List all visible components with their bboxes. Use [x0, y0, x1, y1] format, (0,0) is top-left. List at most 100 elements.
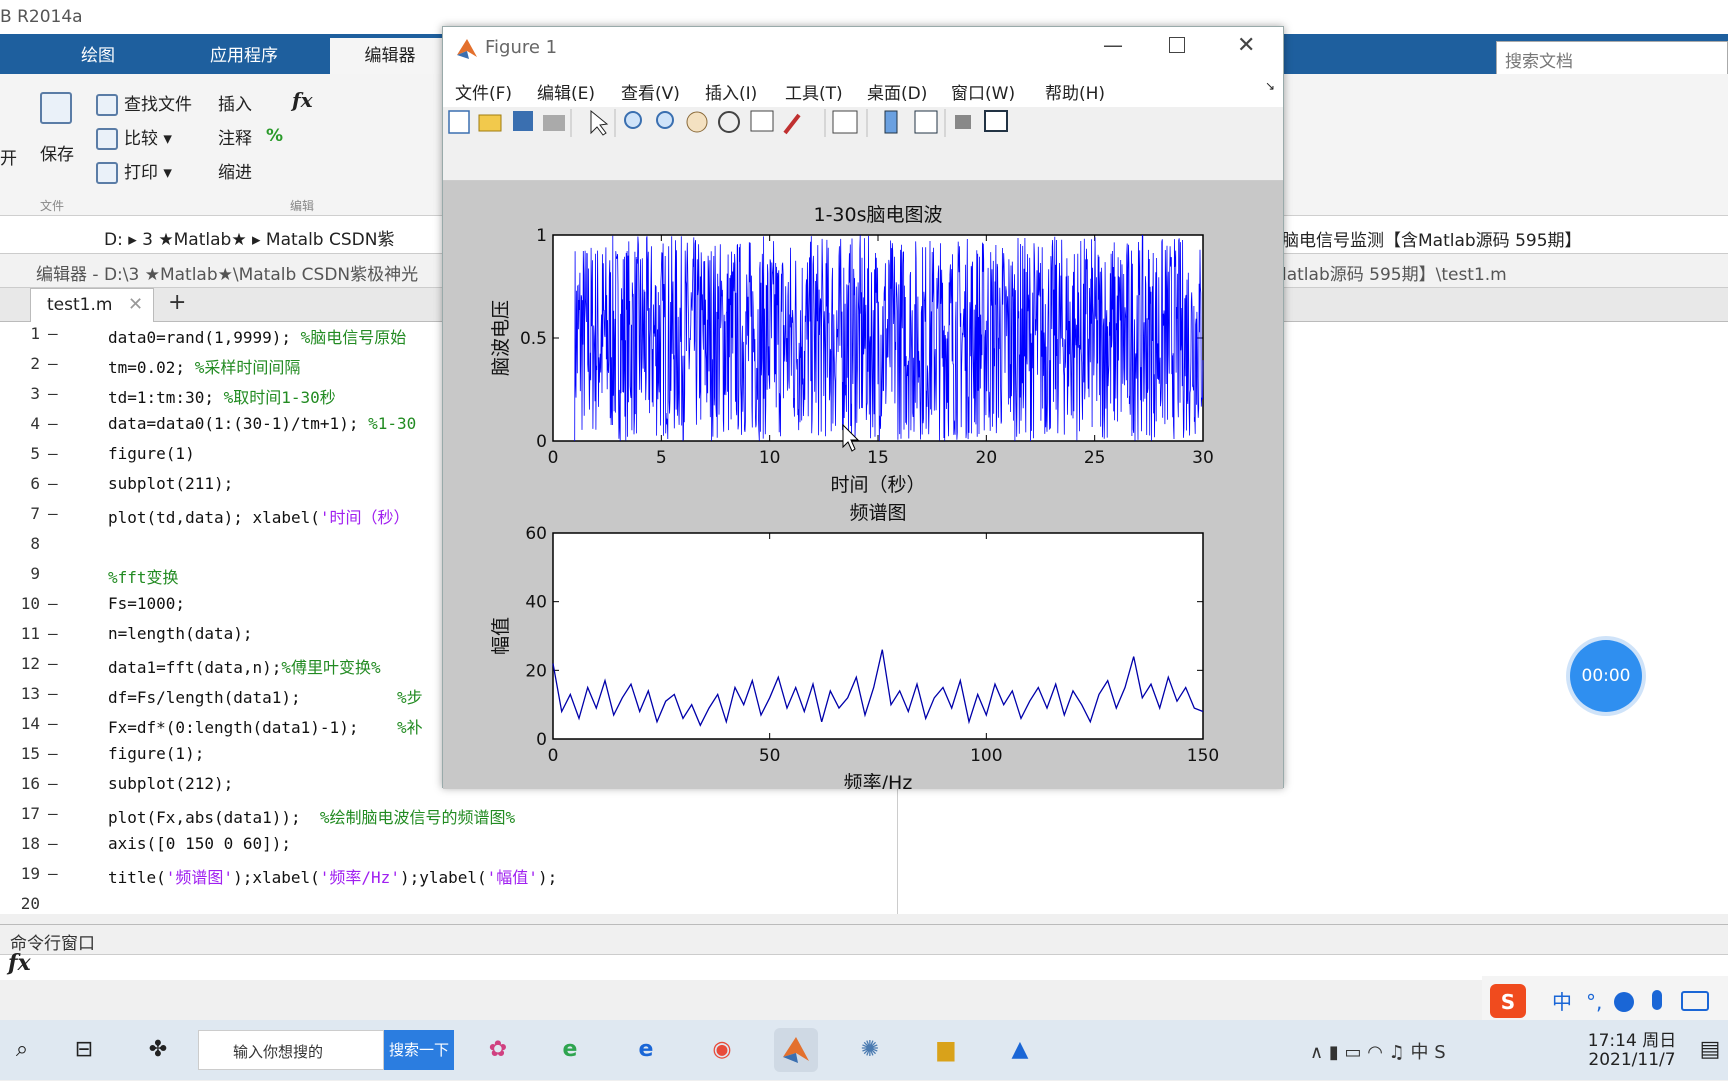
- comment-button[interactable]: 注释: [218, 124, 252, 149]
- chrome-browser-icon[interactable]: ◉: [700, 1028, 744, 1072]
- x-tick-label: 100: [970, 746, 1002, 766]
- menu-insert[interactable]: 插入(I): [705, 79, 757, 104]
- taskbar-search-input[interactable]: 输入你想搜的: [198, 1030, 384, 1070]
- code-line: td=1:tm:30; %取时间1-30秒: [108, 384, 336, 408]
- code-line: tm=0.02; %采样时间间隔: [108, 354, 300, 378]
- address-bar-tail: 脑电信号监测【含Matlab源码 595期】: [1282, 231, 1582, 251]
- y-tick-label: 0: [536, 730, 547, 750]
- indent-button[interactable]: 缩进: [218, 158, 252, 183]
- line-number: 1: [30, 324, 40, 343]
- line-breakpoint-dash: –: [48, 414, 58, 433]
- tab-editor[interactable]: 编辑器: [330, 38, 450, 74]
- ai-app-icon[interactable]: ✺: [848, 1028, 892, 1072]
- notification-icon[interactable]: ▤: [1688, 1028, 1728, 1072]
- path-part[interactable]: D:: [104, 230, 123, 250]
- clock-time[interactable]: 17:14 周日: [1576, 1026, 1688, 1051]
- group-edit-label: 编辑: [290, 199, 315, 213]
- compare-button[interactable]: 比较 ▾: [96, 124, 172, 150]
- menu-desktop[interactable]: 桌面(D): [867, 79, 927, 104]
- line-number: 11: [20, 624, 40, 643]
- tab-plots[interactable]: 绘图: [36, 38, 160, 74]
- recording-timer[interactable]: 00:00: [1570, 640, 1642, 712]
- save-figure-icon: [513, 111, 533, 131]
- code-line: plot(Fx,abs(data1)); %绘制脑电波信号的频谱图%: [108, 804, 515, 828]
- search-icon[interactable]: ⌕: [0, 1028, 44, 1072]
- plots-svg: 0 5 10 15 20 25 30 0 0.5 1 1-30s脑电图波时间（秒） 脑波电压 0 50 10…: [490, 204, 1219, 794]
- x-tick-label: 150: [1187, 746, 1219, 766]
- clock-date[interactable]: 2021/11/7: [1576, 1050, 1688, 1070]
- path-part[interactable]: 3 ★Matlab★: [142, 230, 246, 250]
- search-docs-input[interactable]: 搜索文档: [1496, 41, 1728, 75]
- taskbar-search-button[interactable]: 搜索一下: [384, 1030, 454, 1070]
- close-icon[interactable]: ✕: [1237, 33, 1255, 58]
- code-text: subplot(211);: [108, 474, 234, 493]
- y-tick-label: 0.5: [520, 329, 547, 349]
- app-title: B R2014a: [0, 7, 83, 27]
- x-axis-label: 频率/Hz: [844, 772, 913, 789]
- y-tick-label: 60: [525, 524, 547, 544]
- maximize-icon[interactable]: [1169, 37, 1185, 53]
- edge-browser-icon[interactable]: e: [624, 1028, 668, 1072]
- close-tab-icon[interactable]: ✕: [128, 294, 143, 315]
- line-number: 17: [20, 804, 40, 823]
- code-line: plot(td,data); xlabel('时间（秒）: [108, 504, 410, 528]
- code-text: tm=0.02;: [108, 358, 186, 377]
- menu-help[interactable]: 帮助(H): [1045, 79, 1105, 104]
- code-line: %fft变换: [108, 564, 179, 588]
- fan-app-icon[interactable]: ✤: [136, 1028, 180, 1072]
- code-string: '频率/Hz': [319, 868, 400, 887]
- menu-view[interactable]: 查看(V): [621, 79, 680, 104]
- photos-app-icon[interactable]: ▲: [998, 1028, 1042, 1072]
- insert-button[interactable]: 插入: [218, 90, 252, 115]
- line-breakpoint-dash: –: [48, 774, 58, 793]
- file-explorer-icon[interactable]: ▆: [924, 1028, 968, 1072]
- code-string: '幅值': [486, 868, 538, 887]
- system-tray-icons[interactable]: ∧ ▮ ▭ ◠ ♫ 中 S: [1310, 1038, 1446, 1064]
- code-text: data1=fft(data,n);: [108, 658, 282, 677]
- line-number: 12: [20, 654, 40, 673]
- dock-arrow-icon[interactable]: ↘: [1265, 79, 1275, 93]
- line-number: 2: [30, 354, 40, 373]
- new-tab-icon[interactable]: +: [168, 290, 186, 315]
- line-breakpoint-dash: –: [48, 594, 58, 613]
- code-comment: %1-30: [358, 414, 417, 433]
- code-text: );: [537, 868, 558, 887]
- colorbar-icon: [884, 110, 898, 134]
- code-text: axis([0 150 0 60]);: [108, 834, 292, 853]
- show-plot-tools-icon: [984, 110, 1008, 132]
- x-tick-label: 30: [1192, 448, 1214, 468]
- ie-browser-icon[interactable]: e: [548, 1028, 592, 1072]
- link-icon: [832, 110, 858, 134]
- line-breakpoint-dash: –: [48, 864, 58, 883]
- line-number: 15: [20, 744, 40, 763]
- minimize-icon[interactable]: —: [1103, 33, 1123, 57]
- path-part[interactable]: Matalb CSDN紫: [266, 230, 395, 250]
- command-window-input[interactable]: [0, 954, 1728, 980]
- y-tick-label: 1: [536, 226, 547, 246]
- ime-toolbar[interactable]: S 中 °,: [1482, 976, 1728, 1024]
- menu-tools[interactable]: 工具(T): [785, 79, 843, 104]
- hide-plot-tools-icon: [955, 115, 971, 129]
- task-view-icon[interactable]: ⊟: [62, 1028, 106, 1072]
- code-line: figure(1): [108, 444, 195, 463]
- print-button[interactable]: 打印 ▾: [96, 158, 172, 184]
- matlab-taskbar-icon[interactable]: [774, 1028, 818, 1072]
- figure-titlebar: Figure 1 — ✕: [443, 27, 1283, 73]
- menu-edit[interactable]: 编辑(E): [537, 79, 595, 104]
- menu-file[interactable]: 文件(F): [455, 79, 512, 104]
- compare-label: 比较: [124, 129, 158, 149]
- percent-icon[interactable]: %: [266, 126, 283, 146]
- code-comment: %脑电信号原始: [291, 328, 407, 347]
- menu-window[interactable]: 窗口(W): [951, 79, 1015, 104]
- save-button[interactable]: 保存: [40, 140, 74, 165]
- fx-icon[interactable]: fx: [292, 88, 313, 112]
- save-icon[interactable]: [40, 92, 78, 124]
- find-files-button[interactable]: 查找文件: [96, 90, 192, 116]
- legend-icon: [914, 110, 938, 134]
- code-text: figure(1);: [108, 744, 205, 763]
- path-separator-icon: ▸: [251, 230, 266, 250]
- code-comment: %采样时间间隔: [185, 358, 301, 377]
- tab-apps[interactable]: 应用程序: [164, 38, 324, 74]
- open-button[interactable]: 开: [0, 144, 17, 169]
- pinwheel-app-icon[interactable]: ✿: [476, 1028, 520, 1072]
